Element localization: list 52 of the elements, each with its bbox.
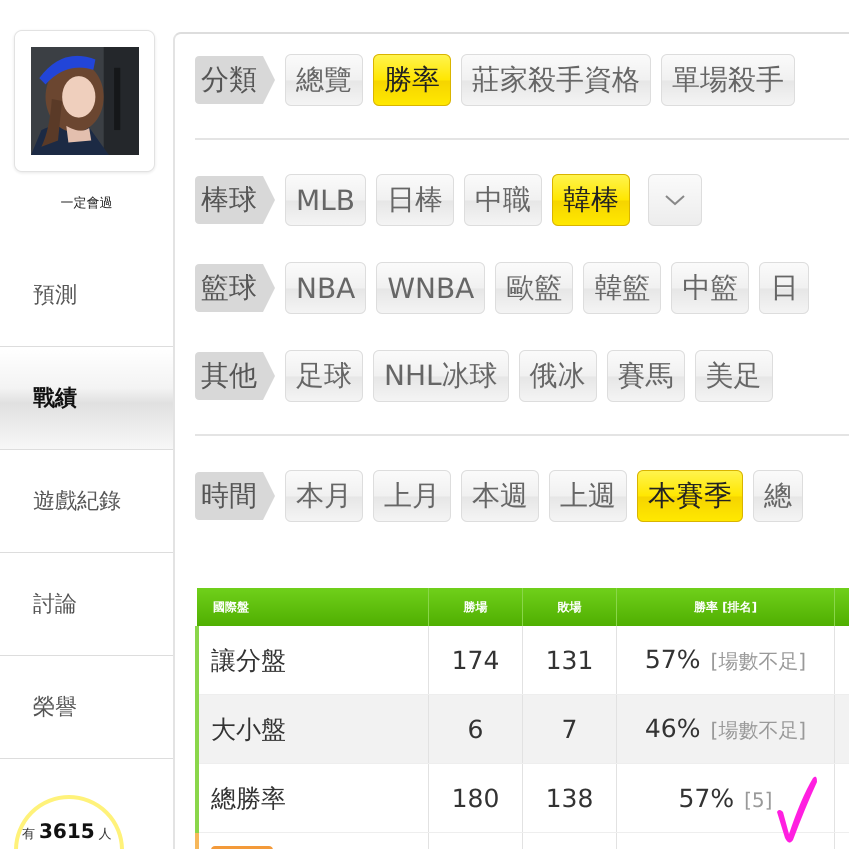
filter-label: 分類 bbox=[195, 56, 275, 104]
win-rate: 46% bbox=[644, 714, 700, 743]
filter-chip[interactable]: MLB bbox=[285, 174, 366, 226]
filter-chip[interactable]: 本賽季 bbox=[637, 470, 743, 522]
follower-count: 3615 bbox=[39, 819, 95, 843]
filter-chip[interactable]: 總 bbox=[753, 470, 803, 522]
filter-chip[interactable]: 莊家殺手資格 bbox=[461, 54, 651, 106]
table-cell: 6 bbox=[428, 694, 522, 764]
filter-chip[interactable]: 足球 bbox=[285, 350, 363, 402]
filter-chip[interactable]: NBA bbox=[285, 262, 366, 314]
follower-suffix: 人 bbox=[98, 826, 112, 843]
win-rate: 57% bbox=[678, 784, 734, 812]
filter-chip[interactable]: 日 bbox=[759, 262, 810, 314]
filter-chip[interactable]: 賽馬 bbox=[606, 350, 685, 402]
table-cell: 7 bbox=[522, 694, 616, 764]
follower-prefix: 有 bbox=[22, 826, 35, 843]
filter-chip[interactable]: 總覽 bbox=[285, 54, 363, 106]
rank-note: [5] bbox=[744, 788, 772, 812]
filter-chip[interactable]: 中籃 bbox=[671, 262, 750, 314]
table-cell: 大小盤 bbox=[197, 694, 428, 764]
win-rate: 57% bbox=[644, 645, 700, 674]
filter-chip[interactable]: 日棒 bbox=[376, 174, 454, 226]
filter-chip[interactable]: 本週 bbox=[461, 470, 539, 522]
filter-chip[interactable]: 勝率 bbox=[373, 54, 451, 106]
filter-chip[interactable]: 歐籃 bbox=[495, 262, 574, 314]
column-header: 敗場 bbox=[558, 600, 582, 614]
filter-chip[interactable]: NHL冰球 bbox=[373, 350, 509, 402]
filter-chip[interactable]: 本月 bbox=[285, 470, 363, 522]
filter-chip[interactable]: 單場殺手 bbox=[661, 54, 795, 106]
filter-chip[interactable]: 俄冰 bbox=[518, 350, 597, 402]
filter-chip[interactable]: 美足 bbox=[694, 350, 773, 402]
filter-label: 棒球 bbox=[195, 176, 275, 224]
username: 一定會過 bbox=[60, 195, 114, 213]
table-cell: 總勝率 bbox=[197, 764, 428, 832]
column-header: 勝場 bbox=[464, 600, 488, 614]
table-cell: 138 bbox=[522, 764, 616, 832]
rank-note: [場數不足] bbox=[710, 649, 806, 673]
filter-chip[interactable]: 韓棒 bbox=[552, 174, 630, 226]
avatar-card[interactable] bbox=[14, 30, 155, 172]
filter-label: 其他 bbox=[195, 352, 275, 400]
table-cell: 180 bbox=[428, 764, 522, 832]
rank-note: [場數不足] bbox=[710, 718, 806, 742]
column-header: 勝率 [排名] bbox=[694, 600, 758, 614]
filter-chip[interactable]: 上月 bbox=[373, 470, 451, 522]
filter-chip[interactable]: 中職 bbox=[464, 174, 542, 226]
chevron-down-icon bbox=[664, 194, 686, 206]
filter-chip[interactable]: WNBA bbox=[376, 262, 486, 314]
filter-chip[interactable]: 上週 bbox=[549, 470, 627, 522]
filter-label: 時間 bbox=[195, 472, 275, 520]
filter-label: 籃球 bbox=[195, 264, 275, 312]
filter-chip[interactable]: 韓籃 bbox=[583, 262, 662, 314]
column-header: 國際盤 bbox=[213, 600, 249, 614]
